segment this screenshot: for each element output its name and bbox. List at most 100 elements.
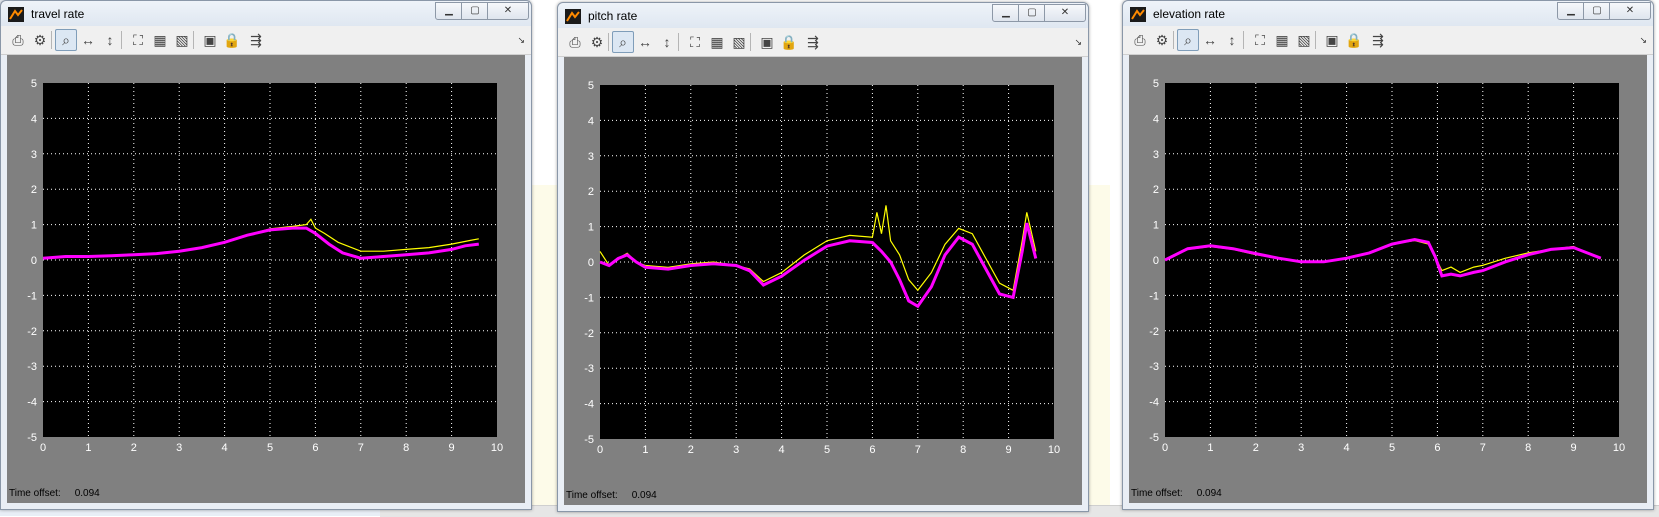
scope-plot-panel: 0 1 2 3 4 5 6 7 8 9 10 5 4 3 2 1 0 -1 -2 -3 -4 -5 Time offset:… — [564, 57, 1082, 505]
x-tick-label: 0 — [40, 442, 46, 454]
parameters-icon[interactable]: ⚙ — [1151, 29, 1173, 51]
x-tick-label: 9 — [449, 442, 455, 454]
zoom-y-icon[interactable]: ↕ — [1221, 29, 1243, 51]
window-title: pitch rate — [588, 9, 638, 23]
y-tick-label: 4 — [588, 115, 594, 127]
scope-chart: 0 1 2 3 4 5 6 7 8 9 10543210-1-2-3-4-5 — [1149, 78, 1625, 454]
y-tick-label: -4 — [584, 399, 594, 411]
y-tick-label: -5 — [584, 434, 594, 446]
scope-window-travel-rate[interactable]: travel rate ▁ ▢ ✕ ⎙ ⚙ ⌕ ↔ ↕ ⛶ ▦ ▧ ▣ 🔒 ⇶ ↘ 0 1 2 3 4 5 6 7 8 9 10 5 4… — [0, 0, 532, 510]
close-button[interactable]: ✕ — [1609, 2, 1651, 20]
title-bar[interactable]: pitch rate ▁ ▢ ✕ — [558, 3, 1088, 28]
y-tick-label: 1 — [1153, 220, 1159, 232]
y-tick-label: 3 — [588, 151, 594, 163]
y-tick-label: 2 — [588, 186, 594, 198]
x-tick-label: 1 — [642, 444, 648, 456]
y-tick-label: -1 — [584, 292, 594, 304]
close-button[interactable]: ✕ — [487, 2, 529, 20]
scope-window-elevation-rate[interactable]: elevation rate ▁ ▢ ✕ ⎙ ⚙ ⌕ ↔ ↕ ⛶ ▦ ▧ ▣ 🔒 ⇶ ↘ 0 1 2 3 4 5 6 7 8 9 1… — [1122, 0, 1654, 510]
window-title: travel rate — [31, 7, 85, 21]
print-icon[interactable]: ⎙ — [7, 29, 29, 51]
title-bar[interactable]: elevation rate ▁ ▢ ✕ — [1123, 1, 1653, 26]
minimize-button[interactable]: ▁ — [992, 4, 1020, 22]
x-tick-label: 9 — [1006, 444, 1012, 456]
x-tick-label: 0 — [1162, 442, 1168, 454]
time-offset-value: 0.094 — [74, 488, 100, 499]
minimize-button[interactable]: ▁ — [435, 2, 463, 20]
x-tick-label: 5 — [824, 444, 830, 456]
matlab-app-icon — [8, 7, 24, 22]
y-tick-label: 3 — [1153, 149, 1159, 161]
signal-selection-icon[interactable]: ⇶ — [245, 29, 267, 51]
x-tick-label: 4 — [1344, 442, 1350, 454]
toolbar-separator — [1243, 31, 1244, 49]
lock-axes-icon[interactable]: 🔒 — [221, 29, 243, 51]
zoom-x-icon[interactable]: ↔ — [77, 29, 99, 51]
signal-selection-icon[interactable]: ⇶ — [802, 31, 824, 53]
zoom-y-icon[interactable]: ↕ — [656, 31, 678, 53]
x-tick-label: 2 — [1253, 442, 1259, 454]
floating-scope-icon[interactable]: ▣ — [199, 29, 221, 51]
zoom-y-icon[interactable]: ↕ — [99, 29, 121, 51]
dock-arrow-icon[interactable]: ↘ — [1074, 37, 1082, 48]
floating-scope-icon[interactable]: ▣ — [1321, 29, 1343, 51]
toolbar-separator — [608, 33, 609, 51]
scope-toolbar: ⎙ ⚙ ⌕ ↔ ↕ ⛶ ▦ ▧ ▣ 🔒 ⇶ ↘ — [558, 28, 1088, 57]
zoom-icon[interactable]: ⌕ — [1177, 29, 1199, 51]
dock-arrow-icon[interactable]: ↘ — [1639, 35, 1647, 46]
zoom-x-icon[interactable]: ↔ — [634, 31, 656, 53]
signal-selection-icon[interactable]: ⇶ — [1367, 29, 1389, 51]
autoscale-icon[interactable]: ⛶ — [684, 31, 706, 53]
y-tick-label: 4 — [31, 113, 37, 125]
restore-axes-icon[interactable]: ▧ — [728, 31, 750, 53]
scope-toolbar: ⎙ ⚙ ⌕ ↔ ↕ ⛶ ▦ ▧ ▣ 🔒 ⇶ ↘ — [1123, 26, 1653, 55]
parameters-icon[interactable]: ⚙ — [586, 31, 608, 53]
restore-axes-icon[interactable]: ▧ — [171, 29, 193, 51]
y-tick-label: -2 — [1149, 326, 1159, 338]
minimize-button[interactable]: ▁ — [1557, 2, 1585, 20]
toolbar-separator — [121, 31, 122, 49]
maximize-button[interactable]: ▢ — [1018, 4, 1046, 22]
time-offset-label: Time offset: — [566, 490, 618, 501]
y-tick-label: -5 — [27, 432, 37, 444]
x-tick-label: 8 — [1525, 442, 1531, 454]
autoscale-icon[interactable]: ⛶ — [127, 29, 149, 51]
floating-scope-icon[interactable]: ▣ — [756, 31, 778, 53]
scope-plot-panel: 0 1 2 3 4 5 6 7 8 9 10 5 4 3 2 1 0 -1 -2 -3 -4 -5 Time offset:… — [7, 55, 525, 503]
parameters-icon[interactable]: ⚙ — [29, 29, 51, 51]
x-tick-label: 0 — [597, 444, 603, 456]
dock-arrow-icon[interactable]: ↘ — [517, 35, 525, 46]
scope-window-pitch-rate[interactable]: pitch rate ▁ ▢ ✕ ⎙ ⚙ ⌕ ↔ ↕ ⛶ ▦ ▧ ▣ 🔒 ⇶ ↘ 0 1 2 3 4 5 6 7 8 9 10 5 4 3… — [557, 2, 1089, 512]
zoom-icon[interactable]: ⌕ — [55, 29, 77, 51]
maximize-button[interactable]: ▢ — [461, 2, 489, 20]
x-tick-label: 10 — [491, 442, 503, 454]
save-axes-icon[interactable]: ▦ — [149, 29, 171, 51]
lock-axes-icon[interactable]: 🔒 — [1343, 29, 1365, 51]
y-tick-label: 1 — [31, 220, 37, 232]
y-tick-label: -2 — [27, 326, 37, 338]
restore-axes-icon[interactable]: ▧ — [1293, 29, 1315, 51]
print-icon[interactable]: ⎙ — [1129, 29, 1151, 51]
maximize-button[interactable]: ▢ — [1583, 2, 1611, 20]
lock-axes-icon[interactable]: 🔒 — [778, 31, 800, 53]
y-tick-label: 2 — [1153, 184, 1159, 196]
x-tick-label: 9 — [1571, 442, 1577, 454]
zoom-x-icon[interactable]: ↔ — [1199, 29, 1221, 51]
toolbar-separator — [51, 31, 52, 49]
scope-chart: 0 1 2 3 4 5 6 7 8 9 10543210-1-2-3-4-5 — [27, 78, 503, 454]
time-offset-readout: Time offset: 0.094 — [566, 490, 657, 501]
title-bar[interactable]: travel rate ▁ ▢ ✕ — [1, 1, 531, 26]
time-offset-value: 0.094 — [1196, 488, 1222, 499]
save-axes-icon[interactable]: ▦ — [1271, 29, 1293, 51]
save-axes-icon[interactable]: ▦ — [706, 31, 728, 53]
zoom-icon[interactable]: ⌕ — [612, 31, 634, 53]
y-tick-label: 0 — [588, 257, 594, 269]
y-tick-label: 5 — [588, 80, 594, 92]
print-icon[interactable]: ⎙ — [564, 31, 586, 53]
x-tick-label: 1 — [1207, 442, 1213, 454]
close-button[interactable]: ✕ — [1044, 4, 1086, 22]
time-offset-readout: Time offset: 0.094 — [9, 488, 100, 499]
y-tick-label: 5 — [1153, 78, 1159, 90]
y-tick-label: -2 — [584, 328, 594, 340]
autoscale-icon[interactable]: ⛶ — [1249, 29, 1271, 51]
